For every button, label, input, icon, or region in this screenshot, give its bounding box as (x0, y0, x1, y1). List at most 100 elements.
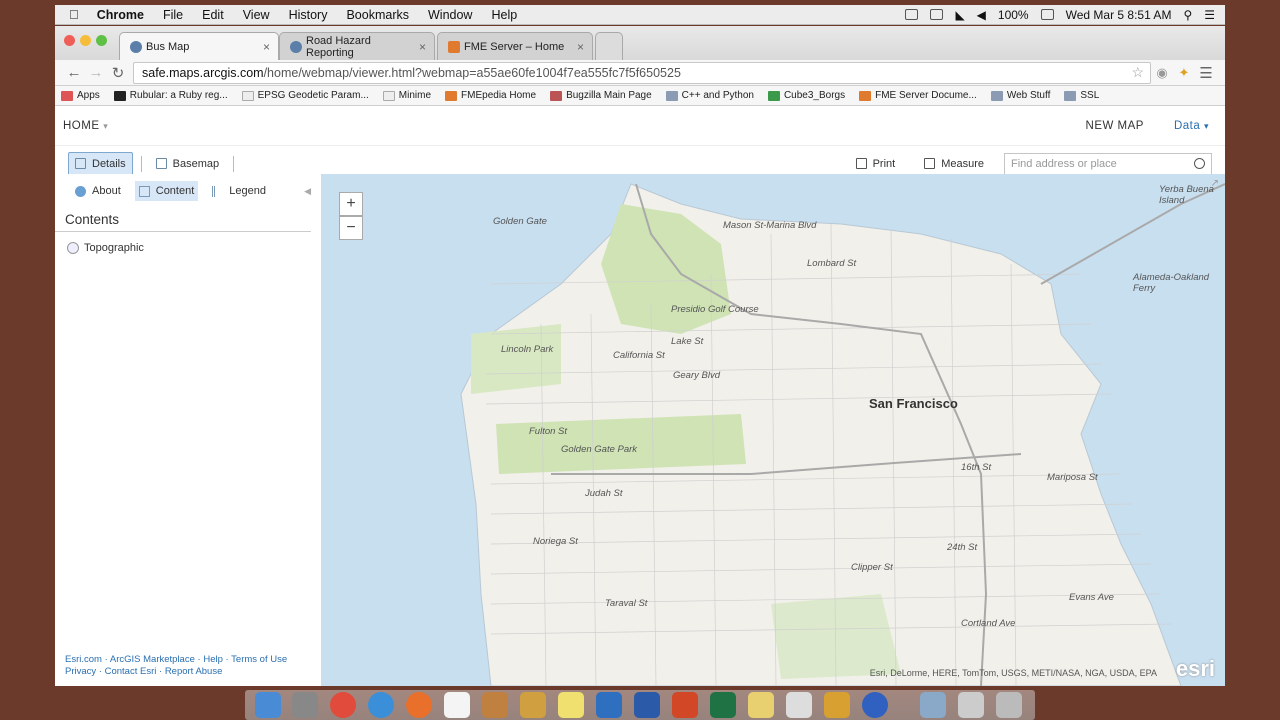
forward-arrow-icon[interactable]: → (85, 64, 107, 81)
close-tab-icon[interactable]: × (263, 40, 270, 54)
bookmark-star-icon[interactable]: ☆ (1131, 64, 1144, 81)
footer-link-esri[interactable]: Esri.com (65, 654, 102, 665)
map-view[interactable]: Golden Gate San Francisco Golden Gate Pa… (321, 174, 1225, 686)
back-arrow-icon[interactable]: ← (63, 64, 85, 81)
apple-menu-icon[interactable]:  (69, 7, 79, 22)
documents-stack-icon[interactable] (958, 692, 984, 718)
zoom-in-button[interactable]: + (339, 192, 363, 216)
bookmark-folder-cpp-python[interactable]: C++ and Python (665, 90, 754, 101)
bookmark-apps[interactable]: Apps (61, 90, 100, 101)
close-tab-icon[interactable]: × (419, 40, 426, 54)
extension-icon[interactable]: ◉ (1151, 65, 1173, 81)
app-icon[interactable] (862, 692, 888, 718)
clock[interactable]: Wed Mar 5 8:51 AM (1066, 8, 1172, 22)
footer-link-privacy[interactable]: Privacy (65, 666, 96, 677)
safari-icon[interactable] (368, 692, 394, 718)
trash-icon[interactable] (996, 692, 1022, 718)
address-bar[interactable]: safe.maps.arcgis.com/home/webmap/viewer.… (133, 61, 1151, 84)
bookmark-folder-ssl[interactable]: SSL (1064, 90, 1099, 101)
address-search-input[interactable]: Find address or place (1004, 152, 1212, 175)
notes-icon[interactable] (558, 692, 584, 718)
footer-link-contact[interactable]: Contact Esri (105, 666, 157, 677)
tab-about[interactable]: About (71, 181, 125, 201)
calendar-icon[interactable] (444, 692, 470, 718)
collapse-panel-icon[interactable]: ◀ (304, 186, 311, 197)
close-window-icon[interactable] (64, 35, 75, 46)
menu-file[interactable]: File (163, 8, 183, 22)
minimize-window-icon[interactable] (80, 35, 91, 46)
bookmark-folder-web-stuff[interactable]: Web Stuff (990, 90, 1050, 101)
status-icon[interactable] (930, 9, 944, 20)
bookmark-minime[interactable]: Minime (382, 90, 432, 101)
tab-legend[interactable]: Legend (208, 181, 270, 201)
menu-edit[interactable]: Edit (202, 8, 224, 22)
powerpoint-icon[interactable] (672, 692, 698, 718)
basemap-button[interactable]: Basemap (150, 152, 225, 176)
stickies-icon[interactable] (748, 692, 774, 718)
status-icon[interactable] (905, 9, 919, 20)
chrome-icon[interactable] (330, 692, 356, 718)
footer-link-help[interactable]: Help (203, 654, 223, 665)
spotlight-icon[interactable]: ⚲ (1183, 8, 1192, 22)
launchpad-icon[interactable] (292, 692, 318, 718)
close-tab-icon[interactable]: × (577, 40, 584, 54)
app-icon[interactable] (824, 692, 850, 718)
basemap-grid-icon (155, 158, 167, 169)
firefox-icon[interactable] (406, 692, 432, 718)
menu-app-name[interactable]: Chrome (97, 8, 144, 22)
browser-toolbar: ← → ↻ safe.maps.arcgis.com/home/webmap/v… (55, 60, 1225, 86)
legend-list-icon (212, 185, 223, 197)
app-icon[interactable] (520, 692, 546, 718)
downloads-folder-icon[interactable] (920, 692, 946, 718)
search-icon[interactable] (1194, 158, 1205, 169)
tab-content[interactable]: Content (134, 181, 199, 201)
zoom-window-icon[interactable] (96, 35, 107, 46)
battery-icon[interactable] (1040, 9, 1054, 20)
layer-item-topographic[interactable]: Topographic (55, 232, 321, 254)
map-label-california-st: California St (613, 350, 665, 361)
bookmark-fmepedia[interactable]: FMEpedia Home (445, 90, 536, 101)
bookmark-label: Minime (398, 90, 432, 101)
wifi-icon[interactable]: ◣ (955, 8, 964, 22)
bookmark-cube3-borgs[interactable]: Cube3_Borgs (767, 90, 845, 101)
excel-icon[interactable] (710, 692, 736, 718)
bookmark-rubular[interactable]: Rubular: a Ruby reg... (113, 90, 228, 101)
tab-road-hazard-reporting[interactable]: Road Hazard Reporting × (279, 32, 435, 60)
volume-icon[interactable]: ◀ (977, 8, 986, 22)
chrome-menu-icon[interactable]: ☰ (1195, 64, 1217, 82)
reload-icon[interactable]: ↻ (107, 64, 129, 82)
outlook-icon[interactable] (596, 692, 622, 718)
basemap-label: Basemap (172, 157, 220, 170)
bookmark-fme-server-docs[interactable]: FME Server Docume... (859, 90, 977, 101)
print-button[interactable]: Print (850, 152, 902, 176)
new-tab-button[interactable] (595, 32, 623, 60)
new-map-button[interactable]: NEW MAP (1086, 120, 1144, 132)
details-button[interactable]: Details (68, 151, 133, 176)
footer-link-report-abuse[interactable]: Report Abuse (165, 666, 223, 677)
menu-bookmarks[interactable]: Bookmarks (346, 8, 409, 22)
menu-help[interactable]: Help (491, 8, 517, 22)
footer-link-terms[interactable]: Terms of Use (231, 654, 287, 665)
bookmark-bugzilla[interactable]: Bugzilla Main Page (550, 90, 652, 101)
tab-fme-server-home[interactable]: FME Server – Home × (437, 32, 593, 60)
fullscreen-icon[interactable]: ↗ (1211, 178, 1219, 189)
measure-button[interactable]: Measure (918, 152, 990, 176)
menu-history[interactable]: History (289, 8, 328, 22)
zoom-out-button[interactable]: − (339, 216, 363, 240)
notification-center-icon[interactable]: ☰ (1204, 8, 1215, 22)
map-label-geary-blvd: Geary Blvd (673, 370, 720, 381)
esri-logo[interactable]: esri (1176, 656, 1215, 682)
data-menu[interactable]: Data ▾ (1174, 120, 1209, 132)
textedit-icon[interactable] (786, 692, 812, 718)
tab-bus-map[interactable]: Bus Map × (119, 32, 279, 60)
home-menu[interactable]: HOME ▾ (63, 120, 108, 132)
extension-icon[interactable]: ✦ (1173, 65, 1195, 81)
menu-window[interactable]: Window (428, 8, 472, 22)
layer-visibility-icon[interactable] (67, 242, 79, 254)
app-icon[interactable] (482, 692, 508, 718)
word-icon[interactable] (634, 692, 660, 718)
finder-icon[interactable] (255, 692, 281, 718)
footer-link-marketplace[interactable]: ArcGIS Marketplace (110, 654, 195, 665)
menu-view[interactable]: View (243, 8, 270, 22)
bookmark-epsg[interactable]: EPSG Geodetic Param... (241, 90, 369, 101)
